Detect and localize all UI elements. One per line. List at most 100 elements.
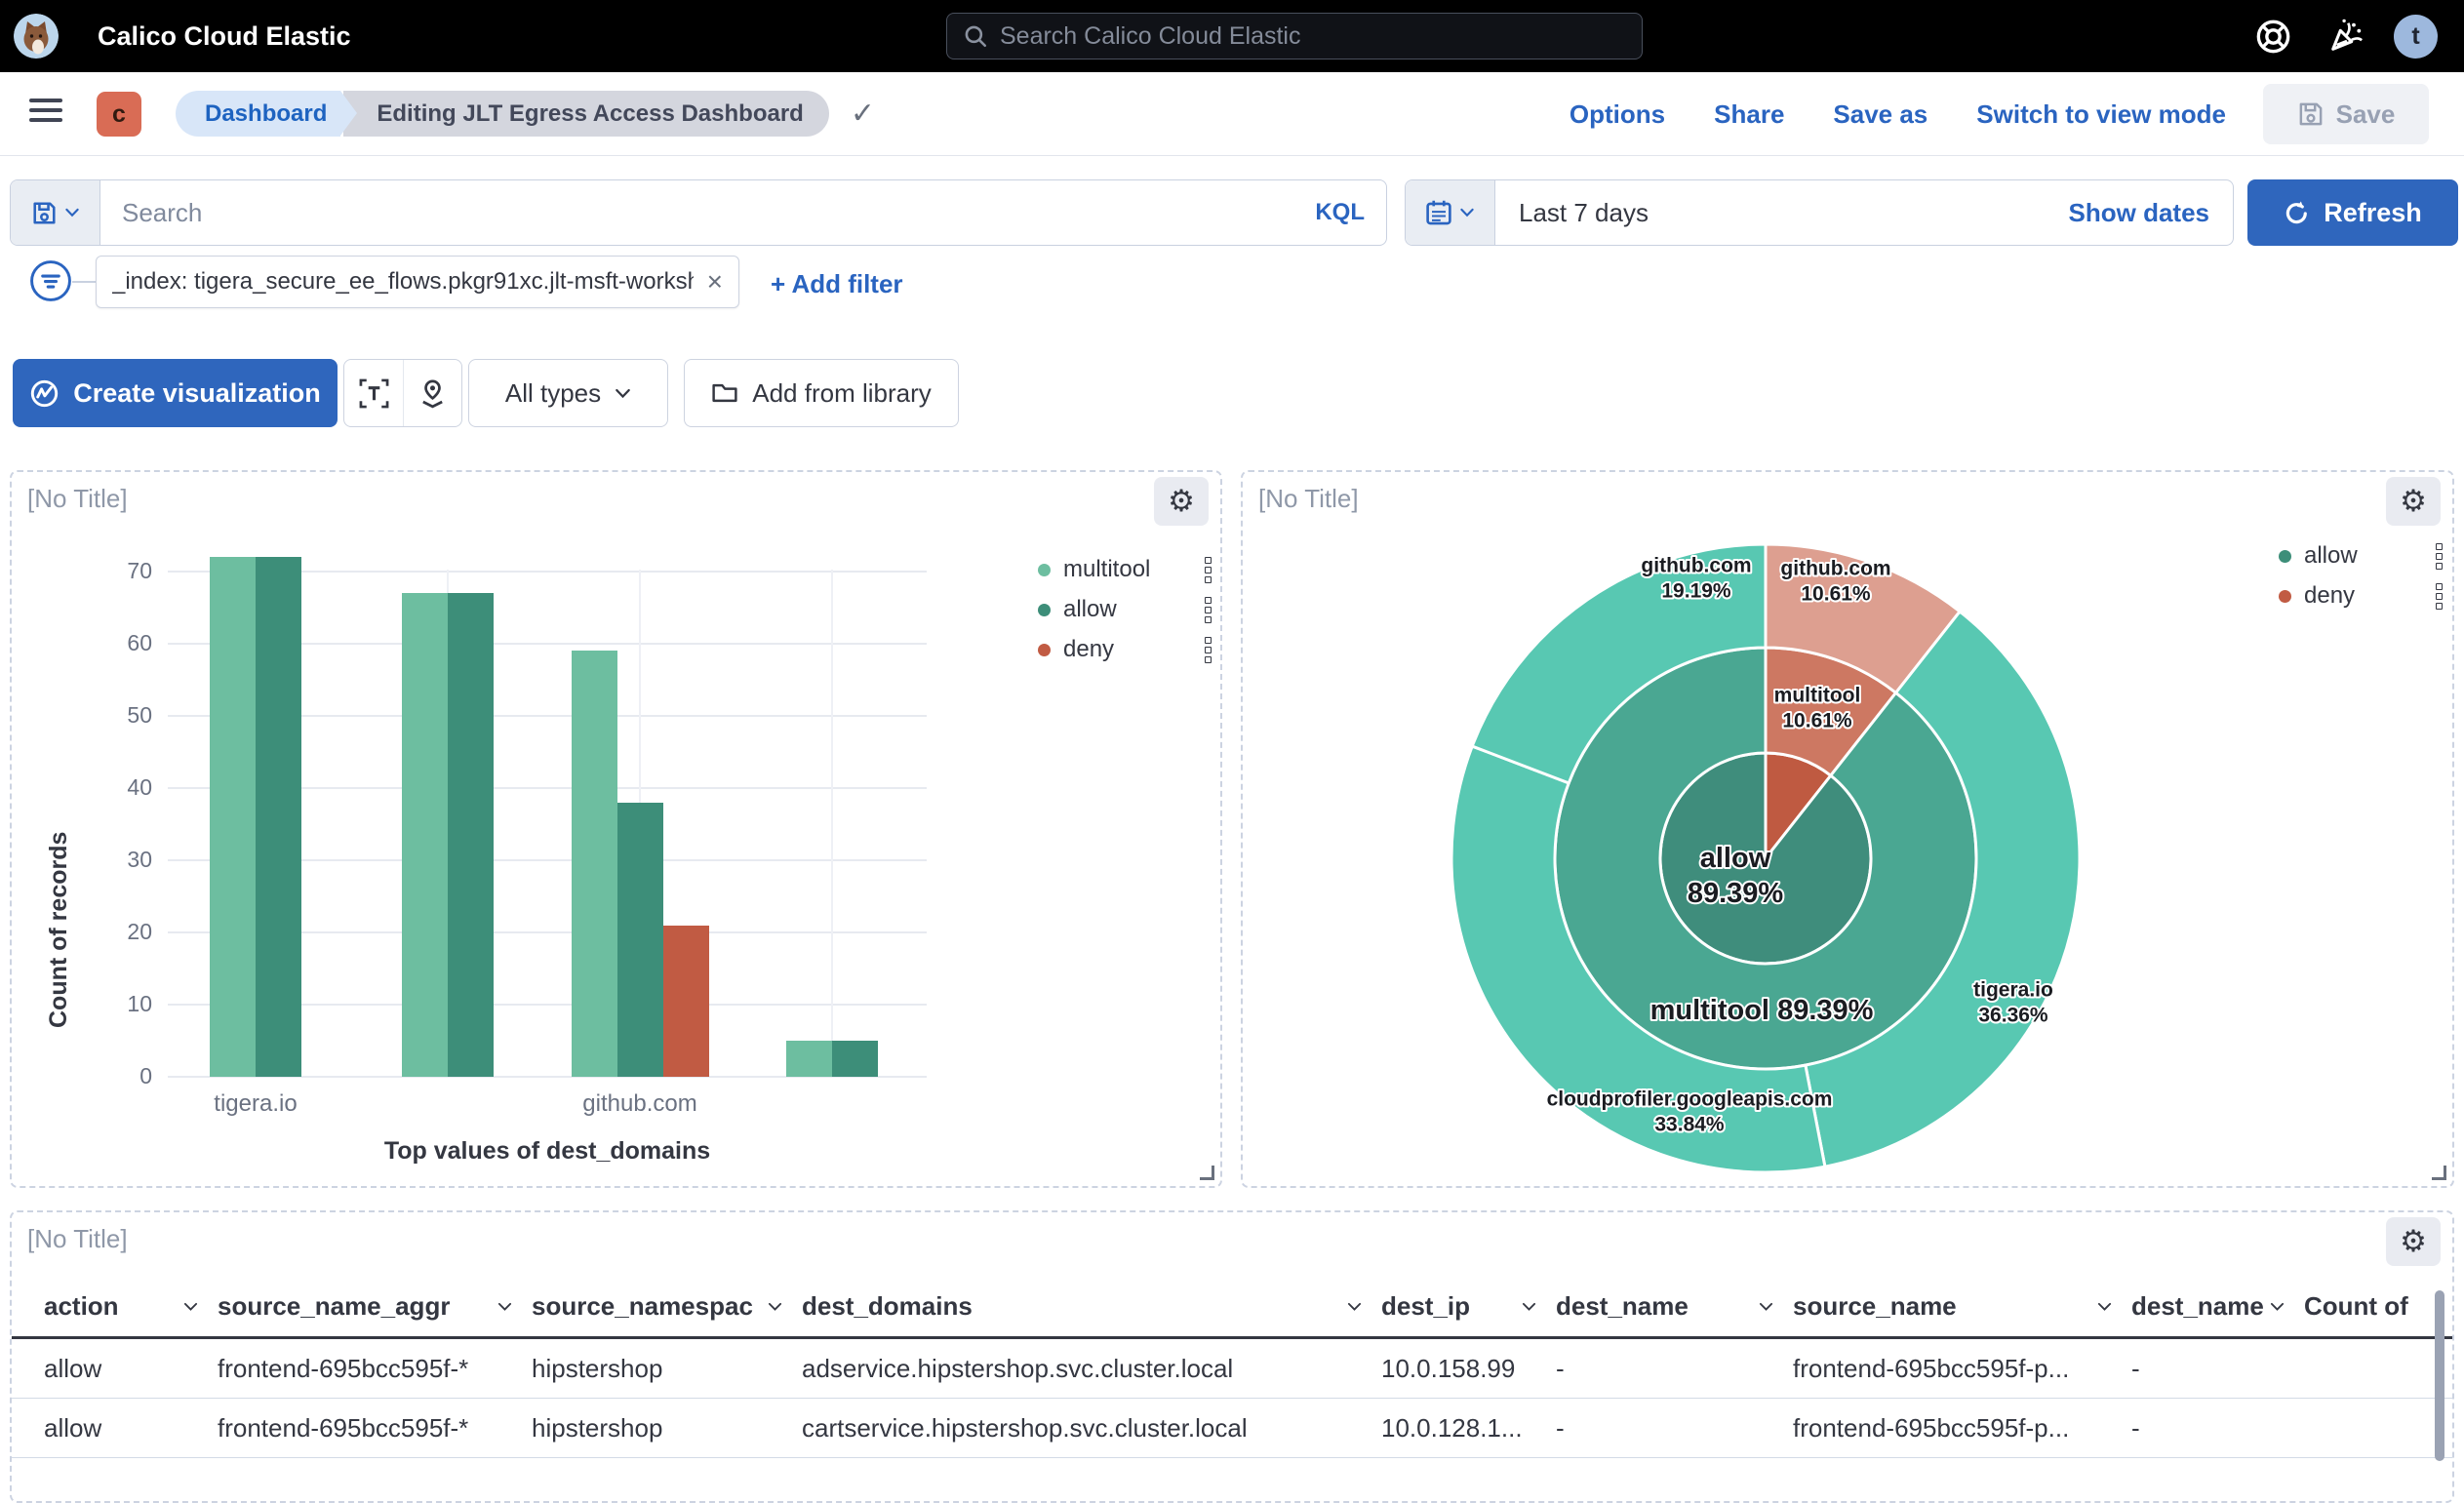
column-header-source_name[interactable]: source_name: [1793, 1291, 2131, 1322]
table-row: allowfrontend-695bcc595f-*hipstershopads…: [12, 1339, 2452, 1399]
user-avatar[interactable]: t: [2394, 15, 2438, 59]
nav-bar: c Dashboard Editing JLT Egress Access Da…: [0, 72, 2464, 156]
legend-item-deny[interactable]: deny: [1038, 636, 1212, 663]
space-badge[interactable]: c: [97, 92, 141, 137]
global-search[interactable]: [946, 13, 1643, 59]
column-header-dest_domains[interactable]: dest_domains: [802, 1291, 1381, 1322]
saved-query-disk-icon: [31, 200, 58, 226]
y-axis-tick: 30: [90, 847, 152, 873]
column-header-dest_name[interactable]: dest_name: [1556, 1291, 1793, 1322]
column-header-source_name_aggr[interactable]: source_name_aggr: [218, 1291, 532, 1322]
filter-connector: [72, 281, 96, 283]
quick-add-group: [343, 359, 462, 427]
sunburst-label: multitool 89.39%: [1650, 995, 1874, 1026]
table-cell: 10.0.128.1...: [1381, 1413, 1556, 1444]
legend-item-multitool[interactable]: multitool: [1038, 556, 1212, 583]
switch-view-mode-button[interactable]: Switch to view mode: [1976, 99, 2226, 130]
global-search-input[interactable]: [1000, 22, 1626, 51]
panel-resize-handle[interactable]: [2432, 1166, 2446, 1180]
query-input-group: KQL: [10, 179, 1387, 246]
breadcrumb-dashboard[interactable]: Dashboard: [176, 91, 340, 137]
column-header-action[interactable]: action: [44, 1291, 218, 1322]
table-cell: allow: [44, 1354, 218, 1384]
legend-dot: [2279, 590, 2291, 603]
legend-actions-icon[interactable]: [1205, 597, 1212, 623]
date-picker-menu[interactable]: [1406, 180, 1495, 245]
add-from-library-button[interactable]: Add from library: [684, 359, 959, 427]
y-axis-tick: 0: [90, 1063, 152, 1089]
y-axis-tick: 60: [90, 630, 152, 656]
bar-chart-legend: multitool allow deny: [1038, 556, 1212, 676]
legend-dot: [1038, 604, 1051, 616]
y-axis-tick: 50: [90, 702, 152, 729]
table-scrollbar[interactable]: [2435, 1290, 2444, 1461]
column-header-dest_ip[interactable]: dest_ip: [1381, 1291, 1556, 1322]
sunburst-chart: allow89.39%multitool10.61%multitool 89.3…: [1243, 472, 2456, 1186]
search-icon: [963, 23, 988, 49]
legend-actions-icon[interactable]: [1205, 637, 1212, 663]
bar-chart-panel: [No Title] ⚙ Count of records Top values…: [10, 470, 1222, 1188]
column-header-source_namespac[interactable]: source_namespac: [532, 1291, 802, 1322]
bar-segment-multitool[interactable]: [572, 651, 617, 1077]
table-cell: 10.0.158.99: [1381, 1354, 1556, 1384]
y-axis-tick: 20: [90, 919, 152, 945]
kql-search-input[interactable]: [100, 180, 1315, 245]
legend-item-deny[interactable]: deny: [2279, 582, 2443, 610]
time-range-value[interactable]: Last 7 days: [1495, 198, 1649, 228]
legend-label: allow: [1063, 596, 1117, 623]
query-language-button[interactable]: KQL: [1315, 199, 1386, 226]
x-axis-tick: tigera.io: [148, 1090, 363, 1118]
bar-segment-allow[interactable]: [617, 803, 663, 1077]
legend-actions-icon[interactable]: [1205, 557, 1212, 583]
legend-dot: [2279, 550, 2291, 563]
bar-segment-multitool[interactable]: [402, 593, 448, 1077]
filter-pill[interactable]: _index: tigera_secure_ee_flows.pkgr91xc.…: [96, 256, 739, 308]
panel-resize-handle[interactable]: [1200, 1166, 1214, 1180]
legend-actions-icon[interactable]: [2436, 583, 2443, 610]
column-header-Count of[interactable]: Count of: [2304, 1291, 2450, 1322]
options-button[interactable]: Options: [1570, 99, 1665, 130]
table-panel: [No Title] ⚙ actionsource_name_aggrsourc…: [10, 1210, 2454, 1503]
table-cell: cartservice.hipstershop.svc.cluster.loca…: [802, 1413, 1381, 1444]
save-as-button[interactable]: Save as: [1833, 99, 1927, 130]
map-pin-layers-icon: [417, 378, 448, 409]
save-button[interactable]: Save: [2263, 84, 2429, 144]
sunburst-panel: [No Title] ⚙ allow89.39%multitool10.61%m…: [1241, 470, 2454, 1188]
table-cell: adservice.hipstershop.svc.cluster.local: [802, 1354, 1381, 1384]
bar-segment-deny[interactable]: [663, 926, 709, 1077]
all-types-dropdown[interactable]: All types: [468, 359, 668, 427]
bar-segment-multitool[interactable]: [210, 557, 256, 1077]
share-button[interactable]: Share: [1714, 99, 1784, 130]
create-visualization-button[interactable]: Create visualization: [13, 359, 338, 427]
legend-actions-icon[interactable]: [2436, 543, 2443, 570]
show-dates-button[interactable]: Show dates: [2069, 198, 2233, 228]
add-filter-button[interactable]: + Add filter: [771, 269, 903, 299]
table-cell: hipstershop: [532, 1413, 802, 1444]
menu-icon[interactable]: [29, 99, 62, 122]
filter-menu-icon[interactable]: [29, 259, 72, 302]
add-map-button[interactable]: [403, 360, 461, 426]
legend-item-allow[interactable]: allow: [2279, 542, 2443, 570]
panel-settings-gear-icon[interactable]: ⚙: [2386, 1217, 2441, 1266]
bar-segment-multitool[interactable]: [786, 1041, 832, 1077]
bar-segment-allow[interactable]: [256, 557, 301, 1077]
saved-query-menu[interactable]: [11, 180, 100, 245]
legend-item-allow[interactable]: allow: [1038, 596, 1212, 623]
bar-segment-allow[interactable]: [832, 1041, 878, 1077]
nav-actions: Options Share Save as Switch to view mod…: [1570, 72, 2226, 156]
y-axis-tick: 10: [90, 991, 152, 1017]
help-icon[interactable]: [2255, 19, 2291, 55]
refresh-button[interactable]: Refresh: [2247, 179, 2458, 246]
legend-label: deny: [1063, 636, 1114, 663]
table-header-row: actionsource_name_aggrsource_namespacdes…: [12, 1277, 2452, 1339]
remove-filter-icon[interactable]: ×: [707, 266, 723, 297]
panel-settings-gear-icon[interactable]: ⚙: [2386, 477, 2441, 526]
bar-segment-allow[interactable]: [448, 593, 494, 1077]
legend-label: allow: [2304, 542, 2358, 570]
table-cell: -: [1556, 1354, 1793, 1384]
breadcrumb: Dashboard Editing JLT Egress Access Dash…: [176, 91, 875, 137]
check-icon: ✓: [851, 97, 875, 131]
add-text-button[interactable]: [344, 360, 403, 426]
column-header-dest_name[interactable]: dest_name: [2131, 1291, 2304, 1322]
news-feed-icon[interactable]: [2327, 18, 2365, 55]
